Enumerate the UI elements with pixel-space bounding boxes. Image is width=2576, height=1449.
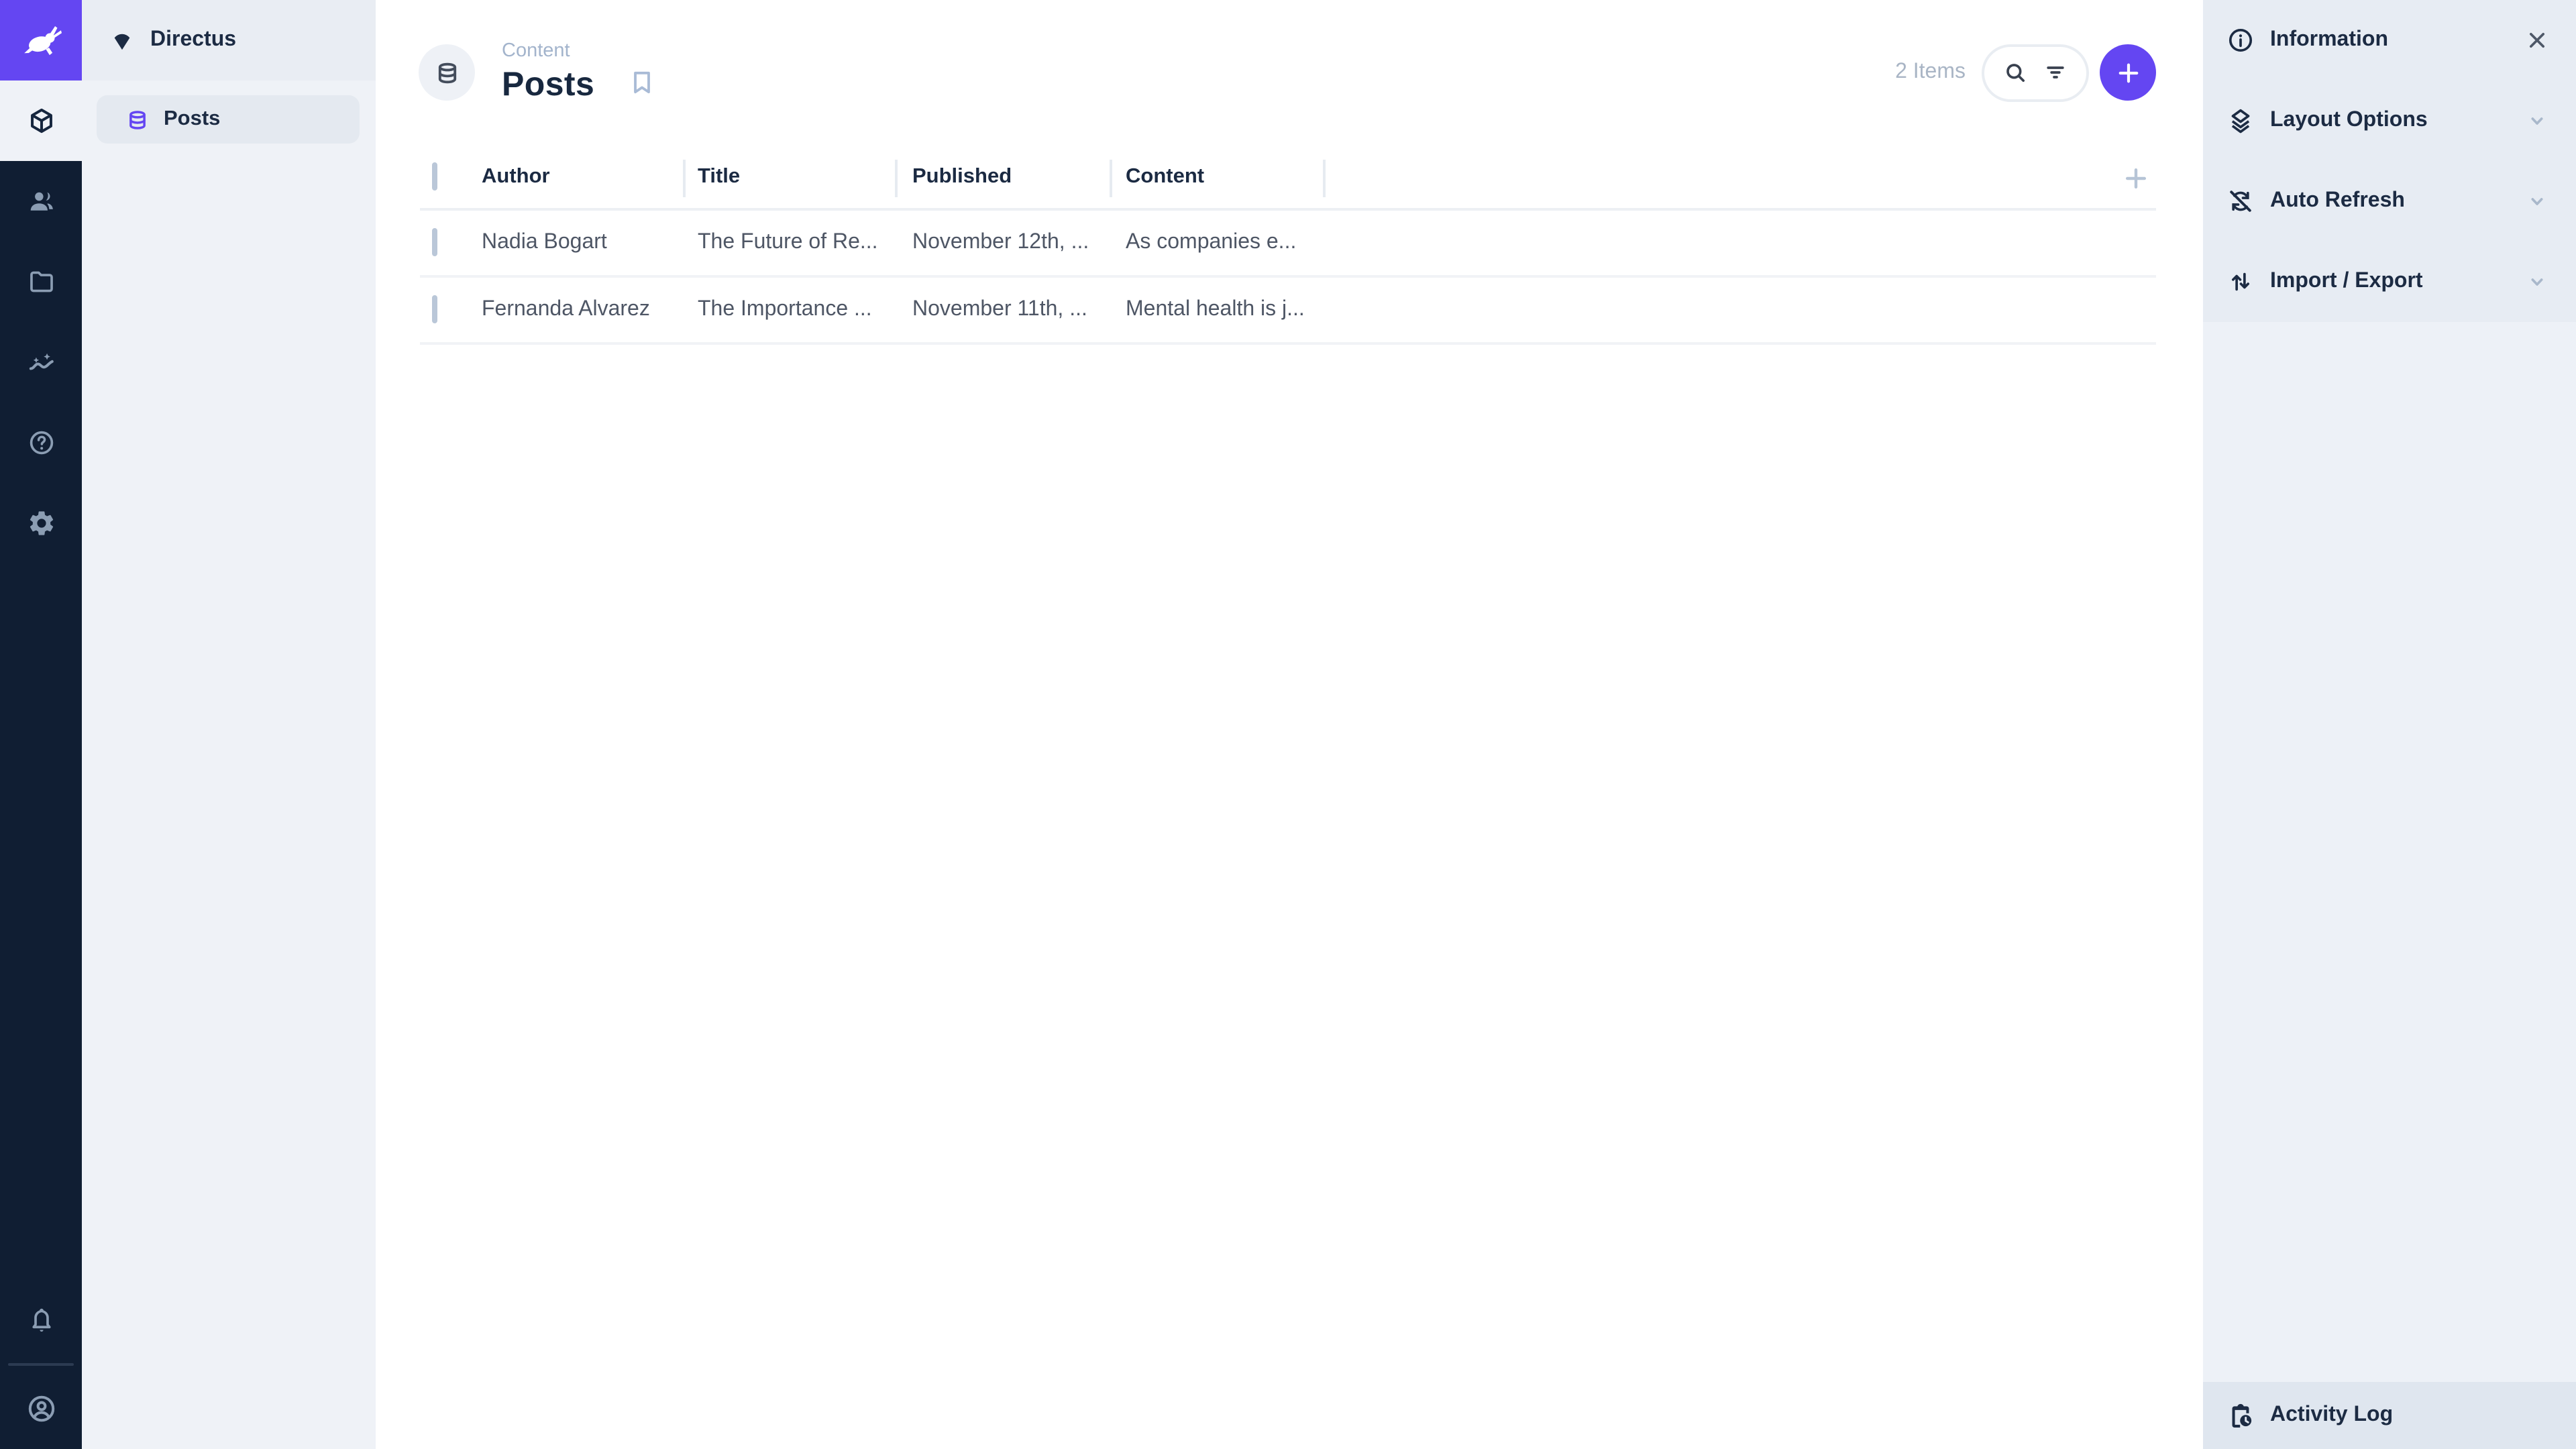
sidebar-section-layout-options[interactable]: Layout Options	[2203, 80, 2576, 161]
filter-icon[interactable]	[2042, 59, 2069, 86]
table-row[interactable]: Fernanda Alvarez The Importance ... Nove…	[420, 278, 2156, 345]
cell-published: November 12th, ...	[912, 231, 1089, 254]
close-icon	[2524, 27, 2551, 54]
cube-icon	[26, 106, 56, 136]
database-icon	[433, 58, 461, 87]
rail-divider	[8, 1363, 74, 1366]
bookmark-icon	[627, 66, 657, 97]
fan-wedge-icon	[109, 27, 136, 54]
sidebar-section-import-export[interactable]: Import / Export	[2203, 241, 2576, 322]
cell-title: The Importance ...	[698, 298, 872, 321]
sync-disabled-icon	[2226, 186, 2255, 216]
cell-published: November 11th, ...	[912, 298, 1087, 321]
expand-section-button[interactable]	[2524, 268, 2551, 295]
account-circle-icon	[25, 1393, 57, 1425]
search-icon[interactable]	[2002, 59, 2029, 86]
help-icon	[26, 428, 56, 458]
chevron-down-icon	[2524, 268, 2551, 295]
cell-content: As companies e...	[1126, 231, 1297, 254]
sidebar-item-label: Posts	[164, 107, 221, 130]
column-header-published[interactable]: Published	[912, 165, 1126, 189]
add-item-button[interactable]	[2100, 44, 2156, 101]
chevron-down-icon	[2524, 188, 2551, 215]
notifications-button[interactable]	[0, 1280, 82, 1360]
section-label: Information	[2270, 28, 2388, 51]
plus-icon	[2121, 164, 2151, 193]
items-table: Author Title Published Content Nadia Bog…	[420, 146, 2156, 345]
sidebar-section-information[interactable]: Information	[2203, 0, 2576, 80]
project-chooser[interactable]: Directus	[82, 0, 376, 80]
module-documentation[interactable]	[0, 402, 82, 483]
project-name: Directus	[150, 28, 237, 51]
module-user-directory[interactable]	[0, 161, 82, 241]
section-label: Layout Options	[2270, 109, 2428, 131]
info-icon	[2226, 25, 2255, 55]
activity-log-label: Activity Log	[2270, 1403, 2394, 1426]
column-header-title[interactable]: Title	[698, 165, 912, 189]
cell-title: The Future of Re...	[698, 231, 878, 254]
insights-icon	[26, 347, 56, 377]
activity-log-button[interactable]: Activity Log	[2203, 1382, 2576, 1449]
cell-author: Fernanda Alvarez	[482, 298, 650, 321]
table-row[interactable]: Nadia Bogart The Future of Re... Novembe…	[420, 211, 2156, 278]
section-label: Auto Refresh	[2270, 189, 2405, 212]
bookmark-button[interactable]	[627, 66, 657, 97]
section-label: Import / Export	[2270, 270, 2423, 292]
bell-icon	[26, 1305, 56, 1335]
nav-sidebar: Directus Posts	[82, 0, 376, 1449]
expand-section-button[interactable]	[2524, 107, 2551, 134]
collection-icon-button[interactable]	[419, 44, 475, 101]
people-icon	[26, 186, 56, 216]
breadcrumb[interactable]: Content	[502, 40, 594, 63]
cell-author: Nadia Bogart	[482, 231, 607, 254]
add-column-button[interactable]	[2121, 164, 2151, 193]
page-header: Content Posts 2 Items	[376, 0, 2203, 145]
select-all-checkbox[interactable]	[432, 162, 437, 191]
sidebar-section-auto-refresh[interactable]: Auto Refresh	[2203, 161, 2576, 241]
column-resize-handle[interactable]	[683, 160, 686, 197]
module-file-library[interactable]	[0, 241, 82, 322]
module-insights[interactable]	[0, 322, 82, 402]
column-resize-handle[interactable]	[1110, 160, 1112, 197]
gear-icon	[26, 508, 56, 538]
activity-log-icon	[2226, 1401, 2255, 1430]
rabbit-logo-icon	[18, 17, 64, 63]
column-header-author[interactable]: Author	[482, 165, 698, 189]
column-resize-handle[interactable]	[1323, 160, 1326, 197]
table-header-row: Author Title Published Content	[420, 146, 2156, 211]
expand-section-button[interactable]	[2524, 188, 2551, 215]
column-resize-handle[interactable]	[895, 160, 898, 197]
items-count: 2 Items	[1895, 60, 1966, 83]
page-title: Posts	[502, 65, 595, 103]
folder-icon	[26, 267, 56, 297]
module-bar	[0, 0, 82, 1449]
cell-content: Mental health is j...	[1126, 298, 1305, 321]
directus-logo[interactable]	[0, 0, 82, 80]
chevron-down-icon	[2524, 107, 2551, 134]
right-sidebar: Information Layout Options Auto Refresh …	[2203, 0, 2576, 1449]
main-content: Content Posts 2 Items Author Title Publi…	[376, 0, 2203, 1449]
plus-icon	[2114, 58, 2142, 87]
row-checkbox[interactable]	[432, 228, 437, 256]
import-export-icon	[2226, 267, 2255, 297]
database-icon	[125, 107, 150, 132]
account-button[interactable]	[0, 1368, 82, 1449]
column-header-content[interactable]: Content	[1126, 165, 2156, 189]
module-settings[interactable]	[0, 483, 82, 564]
search-filter-pill	[1982, 44, 2089, 101]
row-checkbox[interactable]	[432, 295, 437, 323]
close-sidebar-button[interactable]	[2524, 27, 2551, 54]
module-content[interactable]	[0, 80, 82, 161]
layers-icon	[2226, 106, 2255, 136]
directus-app: Directus Posts Content Posts 2 Items Aut…	[0, 0, 2576, 1449]
sidebar-item-posts[interactable]: Posts	[97, 95, 360, 144]
title-block: Content Posts	[502, 40, 595, 104]
